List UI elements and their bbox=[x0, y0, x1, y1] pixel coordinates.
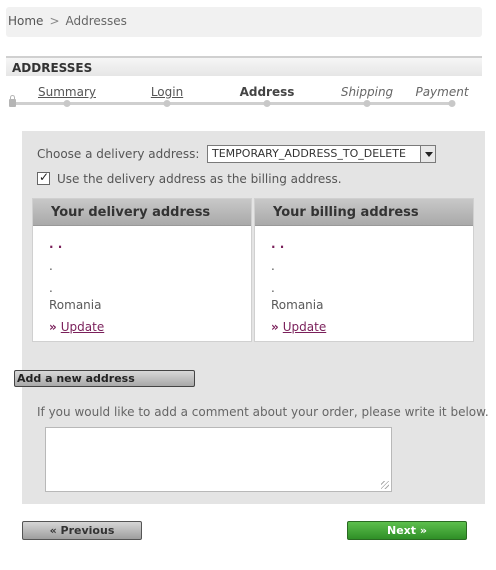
dropdown-arrow-icon[interactable] bbox=[420, 146, 435, 162]
billing-same-checkbox[interactable] bbox=[37, 170, 50, 185]
step-summary[interactable]: Summary bbox=[38, 85, 96, 99]
billing-address-title: Your billing address bbox=[255, 199, 473, 226]
step-payment: Payment bbox=[415, 85, 469, 99]
delivery-address-line2: . bbox=[49, 259, 53, 273]
lock-icon bbox=[9, 95, 16, 107]
double-chevron-icon: » bbox=[49, 320, 57, 334]
billing-update-row: » Update bbox=[271, 320, 326, 334]
step-login[interactable]: Login bbox=[151, 85, 183, 99]
breadcrumb-current: Addresses bbox=[65, 14, 127, 28]
add-new-address-button[interactable]: Add a new address bbox=[14, 370, 195, 387]
delivery-address-line3: . bbox=[49, 281, 53, 295]
billing-address-card: Your billing address . . . . Romania » Up… bbox=[254, 198, 474, 342]
page-title: ADDRESSES bbox=[6, 56, 482, 76]
comment-prompt: If you would like to add a comment about… bbox=[37, 405, 489, 419]
delivery-address-country: Romania bbox=[49, 298, 102, 312]
step-dot-summary bbox=[63, 100, 71, 107]
breadcrumb-separator: > bbox=[49, 14, 60, 28]
step-shipping: Shipping bbox=[340, 85, 394, 99]
breadcrumb-home-link[interactable]: Home bbox=[8, 14, 43, 28]
previous-button[interactable]: « Previous bbox=[22, 521, 142, 540]
next-button[interactable]: Next » bbox=[347, 521, 467, 540]
step-dot-payment bbox=[448, 100, 456, 107]
billing-update-link[interactable]: Update bbox=[283, 320, 326, 334]
resize-grip-icon[interactable] bbox=[381, 481, 389, 489]
billing-address-line2: . bbox=[271, 259, 275, 273]
step-dot-shipping bbox=[363, 100, 371, 107]
steps-track bbox=[12, 102, 452, 105]
breadcrumb: Home > Addresses bbox=[6, 7, 482, 37]
delivery-address-name: . . bbox=[49, 237, 63, 251]
double-chevron-icon: » bbox=[271, 320, 279, 334]
billing-address-line3: . bbox=[271, 281, 275, 295]
order-comment-textarea[interactable] bbox=[45, 427, 392, 492]
delivery-address-title: Your delivery address bbox=[33, 199, 251, 226]
delivery-select-label: Choose a delivery address: bbox=[37, 147, 200, 161]
delivery-address-card: Your delivery address . . . . Romania » U… bbox=[32, 198, 252, 342]
billing-address-country: Romania bbox=[271, 298, 324, 312]
delivery-update-link[interactable]: Update bbox=[61, 320, 104, 334]
billing-same-label: Use the delivery address as the billing … bbox=[57, 172, 342, 186]
delivery-select-value: TEMPORARY_ADDRESS_TO_DELETE bbox=[212, 147, 406, 160]
delivery-update-row: » Update bbox=[49, 320, 104, 334]
checkout-steps: Summary Login Address Shipping Payment bbox=[6, 80, 482, 110]
billing-address-name: . . bbox=[271, 237, 285, 251]
step-dot-address bbox=[263, 100, 271, 107]
delivery-address-select[interactable]: TEMPORARY_ADDRESS_TO_DELETE bbox=[207, 145, 436, 163]
billing-same-checkbox-row[interactable]: Use the delivery address as the billing … bbox=[37, 170, 342, 186]
step-dot-login bbox=[163, 100, 171, 107]
step-address: Address bbox=[239, 85, 295, 99]
